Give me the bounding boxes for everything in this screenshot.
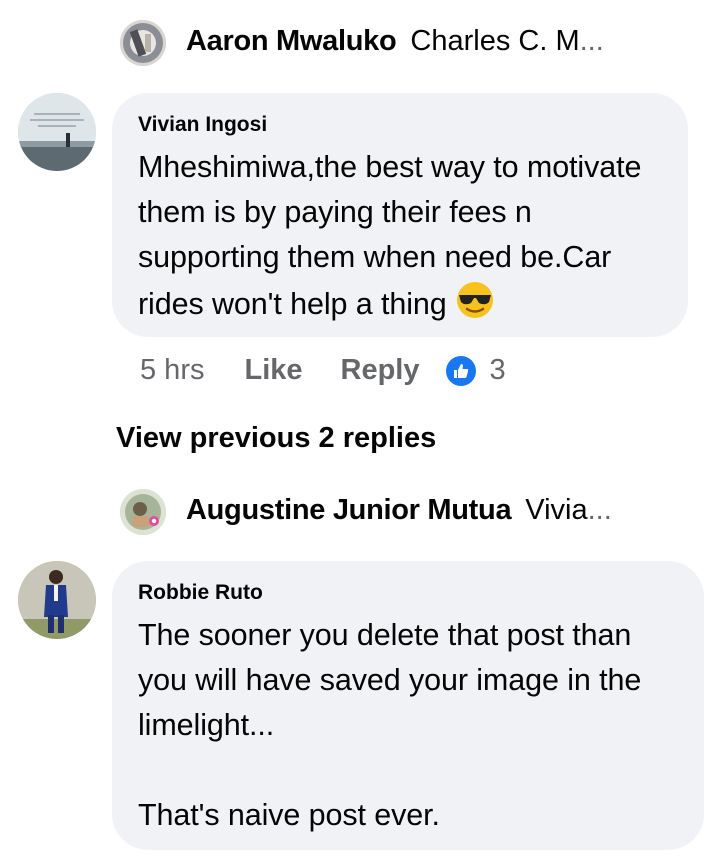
comment-text: Mheshimiwa,the best way to motivate them…	[138, 145, 664, 333]
reply-preview-1[interactable]: Aaron Mwaluko Charles C. M...	[186, 25, 604, 58]
reply-snippet: Vivia...	[525, 494, 612, 526]
user-avatar-icon	[18, 561, 96, 639]
comment-bubble[interactable]: Vivian Ingosi Mheshimiwa,the best way to…	[112, 93, 688, 337]
comment-time[interactable]: 5 hrs	[140, 354, 204, 387]
comment-avatar-robbie[interactable]	[18, 561, 96, 639]
reaction-count[interactable]: 3	[490, 354, 506, 387]
user-avatar-icon	[18, 93, 96, 171]
reply-preview-2[interactable]: Augustine Junior Mutua Vivia...	[186, 494, 612, 527]
reply-button[interactable]: Reply	[341, 354, 420, 387]
comment-bubble[interactable]: Robbie Ruto The sooner you delete that p…	[112, 561, 704, 850]
thumbs-up-icon[interactable]	[445, 355, 476, 386]
reply-snippet: Charles C. M...	[410, 25, 604, 57]
comment-meta-row: 5 hrs Like Reply 3	[140, 354, 506, 387]
like-button[interactable]: Like	[244, 354, 302, 387]
reply-author[interactable]: Aaron Mwaluko	[186, 25, 397, 58]
view-previous-replies-link[interactable]: View previous 2 replies	[116, 422, 436, 455]
reply-author[interactable]: Augustine Junior Mutua	[186, 494, 512, 527]
comment-author[interactable]: Vivian Ingosi	[138, 113, 664, 137]
comment-avatar-vivian[interactable]	[18, 93, 96, 171]
comment-text: The sooner you delete that post than you…	[138, 618, 642, 832]
comment-author[interactable]: Robbie Ruto	[138, 581, 680, 605]
reply-avatar-augustine[interactable]	[120, 489, 166, 535]
user-avatar-icon	[120, 20, 166, 66]
reply-avatar-aaron[interactable]	[120, 20, 166, 66]
sunglasses-emoji-icon	[455, 280, 495, 333]
user-avatar-icon	[120, 489, 166, 535]
